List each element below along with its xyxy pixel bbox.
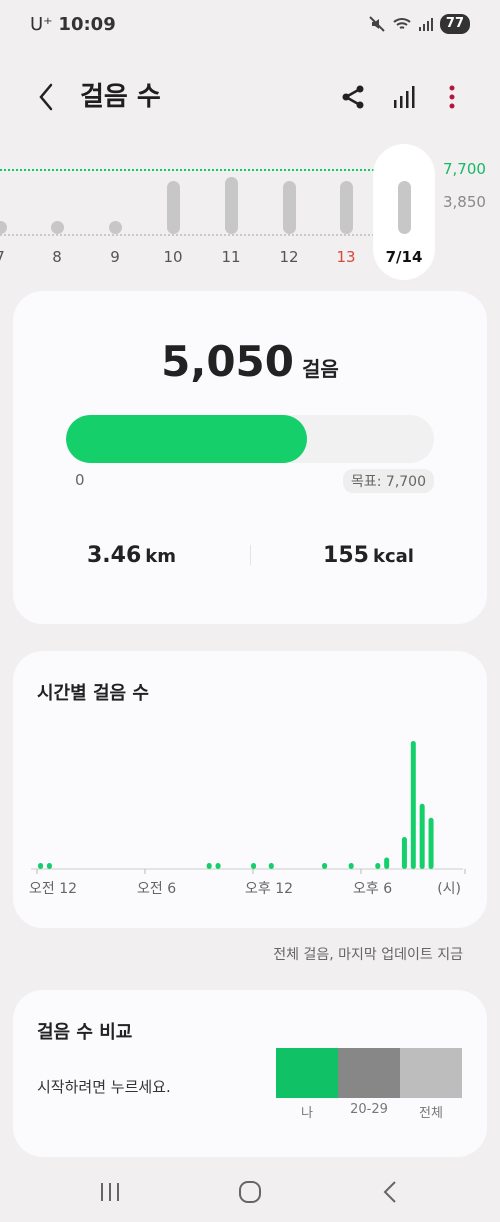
day-bar[interactable]: [224, 177, 238, 234]
hour-bar[interactable]: [322, 863, 328, 869]
day-label[interactable]: 7/14: [384, 248, 424, 266]
hourly-title: 시간별 걸음 수: [37, 683, 149, 704]
more-options-button[interactable]: [440, 82, 464, 112]
share-button[interactable]: [338, 82, 368, 112]
x-tick-label: 오전 6: [137, 881, 176, 897]
back-icon: [383, 1181, 396, 1203]
calories-unit: kcal: [372, 546, 414, 567]
goal-progress-fill: [66, 415, 308, 463]
calories-value: 155: [323, 543, 369, 568]
mid-axis-label: 3,850: [443, 193, 486, 211]
progress-min-label: 0: [75, 471, 85, 489]
today-steps-card[interactable]: 5,050 걸음 0 목표: 7,700 3.46 km 155 kcal: [13, 291, 487, 624]
recents-icon: [101, 1183, 119, 1201]
steps-compare-card[interactable]: 걸음 수 비교 시작하려면 누르세요. 나 20-29 전체: [13, 990, 487, 1157]
x-tick-label: 오후 12: [245, 881, 293, 897]
clock: 10:09: [58, 14, 116, 35]
compare-block: [338, 1048, 400, 1098]
distance-metric: 3.46 km: [13, 543, 250, 568]
status-bar: U⁺ 10:09 77: [0, 0, 500, 52]
day-label[interactable]: 8: [37, 248, 77, 266]
steps-total: 5,050 걸음: [13, 337, 487, 386]
weekly-steps-strip[interactable]: 7,700 3,850 789 10 11 12 13 7/14: [0, 140, 500, 280]
hour-bar[interactable]: [348, 863, 354, 869]
day-bar[interactable]: [0, 221, 7, 234]
compare-block: [276, 1048, 338, 1098]
hour-bar[interactable]: [410, 741, 416, 869]
baseline: [0, 234, 430, 236]
hour-bar[interactable]: [215, 863, 221, 869]
status-icons: 77: [368, 14, 470, 34]
home-button[interactable]: [220, 1170, 280, 1214]
day-label[interactable]: 13: [326, 248, 366, 266]
hour-bar[interactable]: [38, 863, 44, 869]
system-back-button[interactable]: [360, 1170, 420, 1214]
signal-icon: [418, 18, 433, 31]
distance-unit: km: [145, 546, 176, 567]
back-button[interactable]: [30, 80, 62, 114]
home-icon: [239, 1181, 261, 1203]
day-label[interactable]: 12: [269, 248, 309, 266]
wifi-icon: [393, 18, 411, 29]
system-nav-bar: [0, 1160, 500, 1222]
day-label[interactable]: 9: [95, 248, 135, 266]
page-title: 걸음 수: [80, 82, 161, 112]
compare-label: 전체: [419, 1106, 443, 1121]
compare-title: 걸음 수 비교: [37, 1022, 133, 1043]
compare-subtitle: 시작하려면 누르세요.: [37, 1078, 171, 1096]
hour-bar[interactable]: [401, 837, 407, 869]
x-tick-label: 오전 12: [29, 881, 77, 897]
goal-axis-label: 7,700: [443, 160, 486, 178]
hour-bar[interactable]: [268, 863, 274, 869]
carrier-label: U⁺: [30, 14, 53, 35]
day-bar[interactable]: [166, 180, 180, 234]
goal-line: [0, 169, 430, 171]
bar-chart-icon: [394, 86, 415, 108]
day-bar[interactable]: [397, 180, 411, 234]
mute-icon: [369, 16, 385, 32]
compare-label: 20-29: [350, 1102, 388, 1117]
calories-metric: 155 kcal: [250, 543, 487, 568]
app-header: 걸음 수: [0, 70, 500, 126]
hour-bar[interactable]: [384, 857, 390, 869]
recents-button[interactable]: [80, 1170, 140, 1214]
day-label[interactable]: 11: [211, 248, 251, 266]
goal-progress-bar: [66, 415, 434, 463]
chevron-left-icon: [39, 83, 53, 111]
hour-bar[interactable]: [206, 863, 212, 869]
hour-bar[interactable]: [46, 863, 52, 869]
day-label[interactable]: 7: [0, 248, 20, 266]
distance-value: 3.46: [86, 543, 142, 568]
status-carrier-time: U⁺ 10:09: [30, 14, 116, 35]
hour-bar[interactable]: [419, 803, 425, 869]
day-bar[interactable]: [339, 180, 353, 234]
day-bar[interactable]: [282, 180, 296, 234]
hour-bar[interactable]: [375, 863, 381, 869]
day-bar[interactable]: [108, 221, 122, 234]
hour-bar[interactable]: [251, 863, 257, 869]
compare-label: 나: [301, 1106, 313, 1121]
share-icon: [342, 85, 364, 109]
x-tick-label: (시): [437, 881, 461, 897]
hourly-steps-card[interactable]: 시간별 걸음 수 오전 12 오전 6 오후 12 오후 6 (시): [13, 651, 487, 928]
x-tick-label: 오후 6: [353, 881, 392, 897]
day-label[interactable]: 10: [153, 248, 193, 266]
hourly-steps-chart: 오전 12 오전 6 오후 12 오후 6 (시): [29, 741, 466, 897]
steps-unit: 걸음: [302, 357, 339, 381]
trends-button[interactable]: [390, 82, 420, 112]
battery-icon: 77: [439, 14, 470, 34]
steps-count: 5,050: [161, 337, 295, 386]
day-bar[interactable]: [50, 221, 64, 234]
hour-bar[interactable]: [428, 817, 434, 869]
more-vertical-icon: [449, 85, 455, 109]
goal-badge: 목표: 7,700: [342, 469, 434, 493]
update-note: 전체 걸음, 마지막 업데이트 지금: [273, 947, 463, 963]
compare-block: [400, 1048, 462, 1098]
